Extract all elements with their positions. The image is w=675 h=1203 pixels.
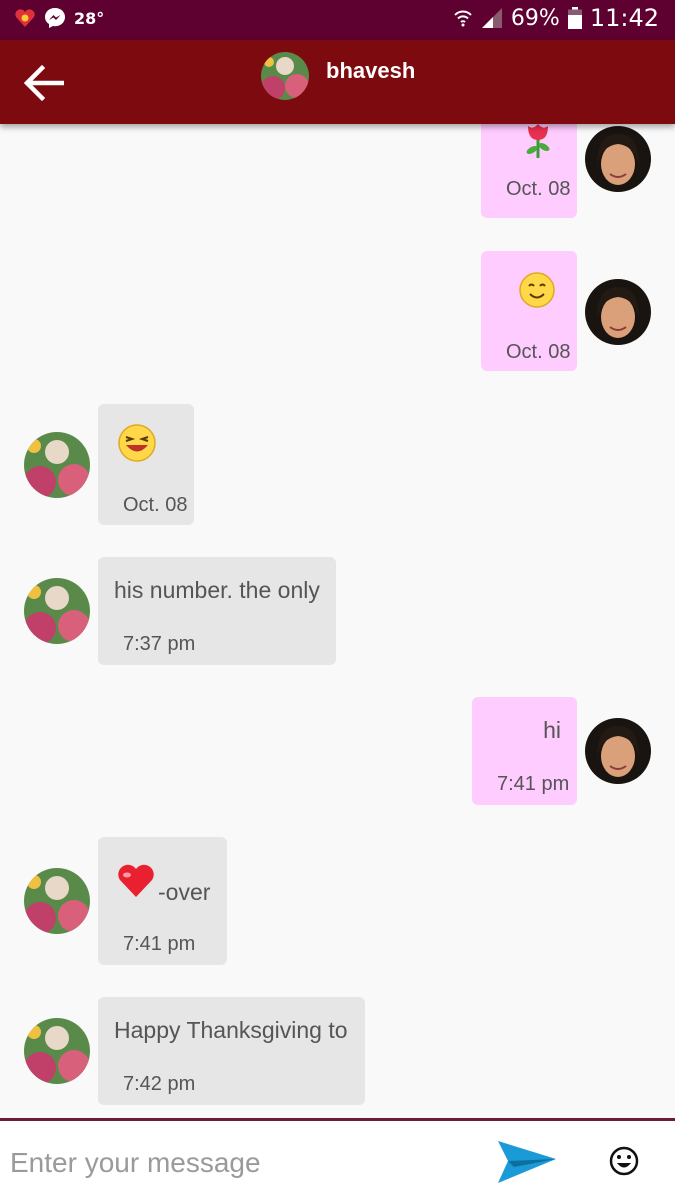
- message-time: 7:42 pm: [123, 1073, 196, 1095]
- message-time: Oct. 08: [123, 494, 188, 516]
- message-time: 7:37 pm: [123, 633, 196, 655]
- message-time: Oct. 08: [506, 341, 571, 363]
- message-list[interactable]: Oct. 08 Oct. 08 Oct. 08 his number. the …: [0, 124, 675, 1118]
- message-bubble-sent[interactable]: hi 7:41 pm: [472, 697, 577, 805]
- message-input[interactable]: [8, 1139, 482, 1187]
- heart-flower-icon: [15, 9, 35, 28]
- temperature-text: 28°: [74, 8, 105, 28]
- message-bubble-received[interactable]: Happy Thanksgiving to 7:42 pm: [98, 997, 365, 1105]
- messenger-icon: [45, 8, 65, 28]
- message-text: his number. the only: [114, 577, 320, 603]
- rose-emoji-icon: [526, 124, 550, 158]
- laugh-emoji-icon: [118, 424, 156, 462]
- message-bubble-sent[interactable]: Oct. 08: [481, 251, 577, 371]
- message-bubble-received[interactable]: Oct. 08: [98, 404, 194, 525]
- contact-message-avatar[interactable]: [24, 868, 90, 934]
- send-icon: [498, 1141, 556, 1183]
- contact-message-avatar[interactable]: [24, 578, 90, 644]
- send-button[interactable]: [494, 1137, 558, 1187]
- back-button[interactable]: [20, 60, 66, 106]
- my-avatar[interactable]: [585, 126, 651, 192]
- contact-avatar[interactable]: [261, 52, 309, 100]
- message-bubble-received[interactable]: -over 7:41 pm: [98, 837, 227, 965]
- message-composer: [0, 1118, 675, 1203]
- status-bar: 28° 69% 11:42: [0, 0, 675, 40]
- message-bubble-received[interactable]: his number. the only 7:37 pm: [98, 557, 336, 665]
- battery-icon: [567, 7, 582, 29]
- contact-name[interactable]: bhavesh: [326, 58, 415, 84]
- back-arrow-icon: [23, 64, 64, 102]
- contact-message-avatar[interactable]: [24, 432, 90, 498]
- my-avatar[interactable]: [585, 279, 651, 345]
- signal-icon: [481, 8, 502, 28]
- clock: 11:42: [589, 4, 659, 32]
- chat-header: bhavesh: [0, 40, 675, 124]
- message-text: hi: [543, 717, 561, 743]
- message-time: Oct. 08: [506, 178, 571, 200]
- emoji-picker-icon: [609, 1146, 639, 1176]
- battery-percent: 69%: [510, 5, 560, 31]
- message-bubble-sent[interactable]: Oct. 08: [481, 124, 577, 218]
- wifi-icon: [454, 10, 472, 27]
- contact-message-avatar[interactable]: [24, 1018, 90, 1084]
- heart-emoji-icon: [118, 864, 154, 897]
- message-text: Happy Thanksgiving to: [114, 1017, 348, 1043]
- my-avatar[interactable]: [585, 718, 651, 784]
- message-time: 7:41 pm: [497, 773, 570, 795]
- message-text: -over: [158, 879, 211, 905]
- smile-emoji-icon: [519, 272, 555, 308]
- emoji-button[interactable]: [606, 1143, 642, 1179]
- message-time: 7:41 pm: [123, 933, 196, 955]
